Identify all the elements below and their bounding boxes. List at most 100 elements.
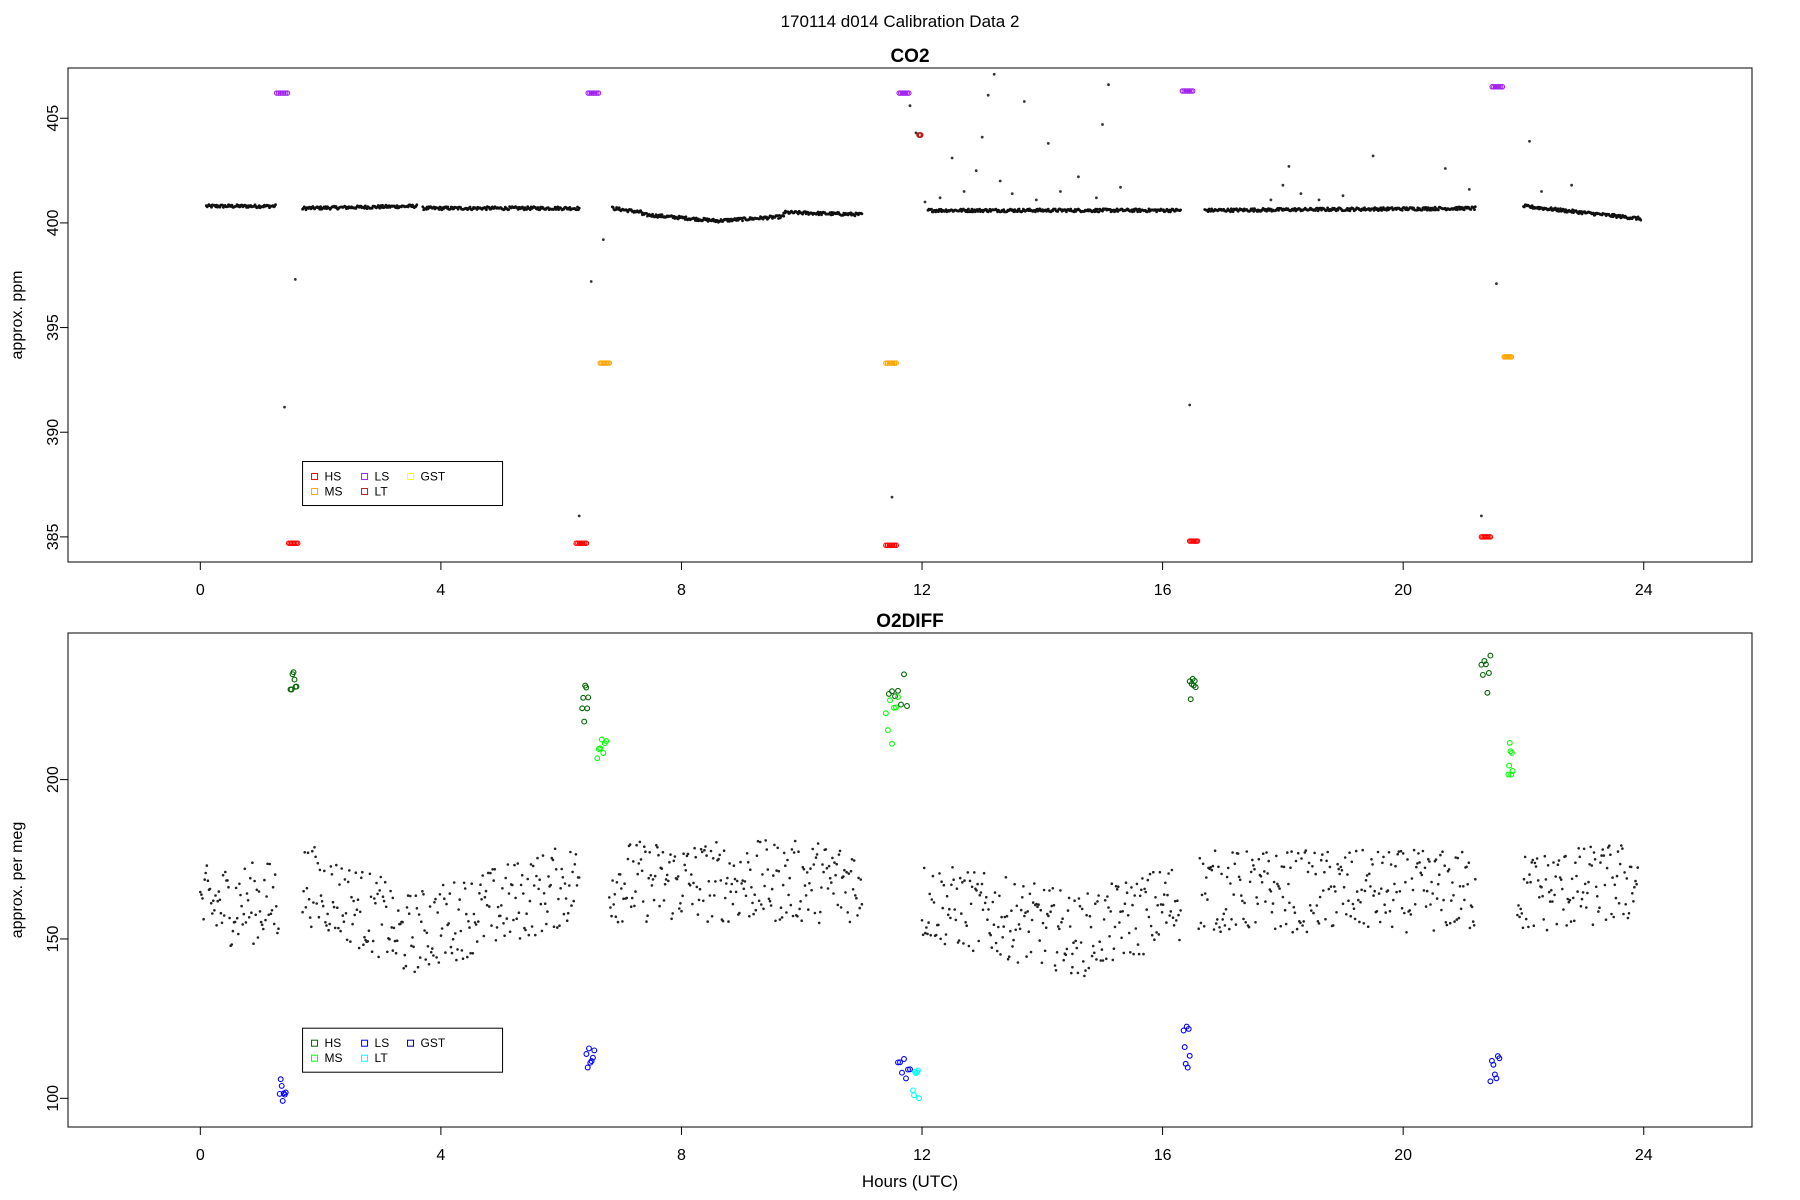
data-point [1135,882,1139,886]
data-point [526,877,529,881]
data-point [1006,957,1010,961]
calibration-point-ls [899,1069,905,1076]
data-point [1561,887,1564,891]
data-point [951,866,954,869]
data-point [228,916,231,920]
data-point [1621,847,1624,850]
data-point [852,859,856,862]
y-tick-label: 400 [45,209,62,236]
data-point [735,879,739,883]
data-point [1528,873,1531,876]
data-point [1459,907,1463,911]
data-point [1075,946,1079,950]
data-point [1283,908,1287,912]
data-point [831,856,834,860]
data-point [824,848,828,851]
data-point [1173,899,1177,903]
data-point [993,891,997,894]
data-point [1286,851,1289,854]
data-point [1027,930,1031,933]
data-point [1438,873,1441,876]
data-point [241,923,244,926]
data-point [611,879,614,882]
data-point [371,939,375,943]
data-point [527,933,531,937]
data-point [1531,858,1535,862]
data-point [1307,861,1311,865]
data-point [377,955,380,959]
data-point [468,926,471,929]
data-point [1097,894,1100,897]
data-point [683,863,686,867]
data-point [957,939,961,942]
data-point [549,883,552,887]
data-point [545,922,548,926]
data-point [769,904,773,907]
data-point [1136,943,1140,946]
data-point [1417,852,1420,855]
data-point [1568,898,1572,902]
data-point [1366,925,1370,928]
calibration-point-ms [887,697,893,704]
data-point [293,278,297,281]
data-point [1467,188,1471,191]
data-point [1538,896,1541,899]
data-point [969,902,973,906]
legend: HSMS LSLT GST [302,1027,504,1073]
data-point [1000,915,1003,919]
legend-label: MS [325,485,343,499]
data-point [781,883,785,887]
legend-label: LT [375,485,389,499]
data-point [1125,891,1129,894]
data-point [709,849,713,853]
data-point [333,926,337,930]
data-point [369,895,373,899]
data-point [802,867,806,871]
data-point [999,953,1002,956]
data-point [976,882,979,886]
data-point [664,878,668,881]
data-point [645,920,648,923]
data-point [475,940,479,943]
data-point [552,925,556,928]
data-point [514,896,517,900]
data-point [1448,921,1452,925]
data-point [329,865,333,868]
data-point [1267,859,1270,863]
data-point [528,899,532,903]
data-point [321,904,325,908]
data-point [218,898,222,902]
data-point [1555,922,1559,926]
data-point [1466,883,1469,886]
data-point [524,928,527,932]
data-point [1596,895,1599,898]
data-point [813,911,817,915]
data-point [1272,880,1276,884]
y-tick-label: 100 [45,1085,62,1112]
data-point [1326,850,1329,854]
data-point [404,964,408,968]
data-point [1609,853,1612,856]
data-point [259,920,263,924]
data-point [1522,877,1526,881]
data-point [273,873,277,876]
data-point [665,873,669,877]
data-point [1420,873,1424,877]
data-point [202,917,205,921]
data-point [1627,912,1631,915]
data-point [1119,185,1122,189]
data-point [1334,890,1337,893]
data-point [1442,898,1445,902]
data-point [1578,855,1582,859]
data-point [708,894,712,897]
data-point [1162,893,1166,896]
data-point [367,929,371,932]
data-point [418,956,422,959]
data-point [1347,899,1350,902]
data-point [1474,877,1477,881]
data-point [409,894,412,898]
calibration-point-lt [911,1092,917,1099]
calibration-point-ls [279,1097,286,1104]
data-point [1289,866,1292,869]
data-point [208,887,212,891]
